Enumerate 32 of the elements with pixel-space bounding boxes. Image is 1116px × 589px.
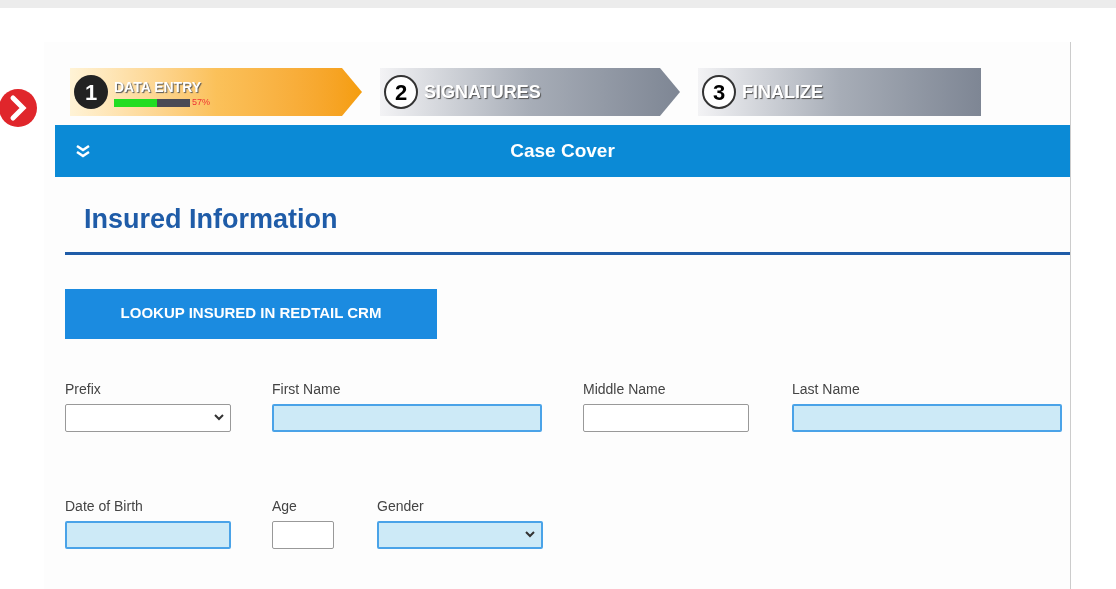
chevron-right-icon[interactable] [0, 88, 38, 128]
step-number: 2 [384, 75, 418, 109]
field-label: Gender [377, 496, 425, 516]
step-number: 3 [702, 75, 736, 109]
field-label: Last Name [792, 379, 861, 399]
input-field[interactable] [583, 403, 749, 432]
dropdown-caret-icon [214, 414, 224, 421]
step-label: DATA ENTRY [114, 78, 203, 97]
panel-title: Case Cover [510, 138, 615, 163]
input-field[interactable] [65, 520, 231, 549]
input-field[interactable] [272, 520, 334, 549]
input-field[interactable] [792, 403, 1062, 432]
panel-header[interactable]: Case Cover [55, 125, 1070, 177]
lookup-button[interactable]: LOOKUP INSURED IN REDTAIL CRM [65, 288, 437, 339]
step-tab[interactable]: 1 DATA ENTRY 57% [70, 68, 362, 116]
field-label: Age [272, 496, 298, 516]
field-label: First Name [272, 379, 342, 399]
section-heading: Insured Information [65, 199, 1070, 255]
field-label: Middle Name [583, 379, 667, 399]
field-label: Prefix [65, 379, 102, 399]
step-tab[interactable]: 3 FINALIZE [698, 68, 981, 116]
input-field[interactable] [272, 403, 542, 432]
step-label: SIGNATURES [424, 80, 541, 104]
step-label: FINALIZE [742, 80, 823, 104]
select-field[interactable] [377, 520, 543, 549]
collapse-icon[interactable] [75, 143, 91, 159]
step-tab[interactable]: 2 SIGNATURES [380, 68, 680, 116]
field-label: Date of Birth [65, 496, 144, 516]
select-field[interactable] [65, 403, 231, 432]
step-number: 1 [74, 75, 108, 109]
dropdown-caret-icon [525, 531, 535, 538]
progress-percent: 57% [192, 98, 210, 107]
